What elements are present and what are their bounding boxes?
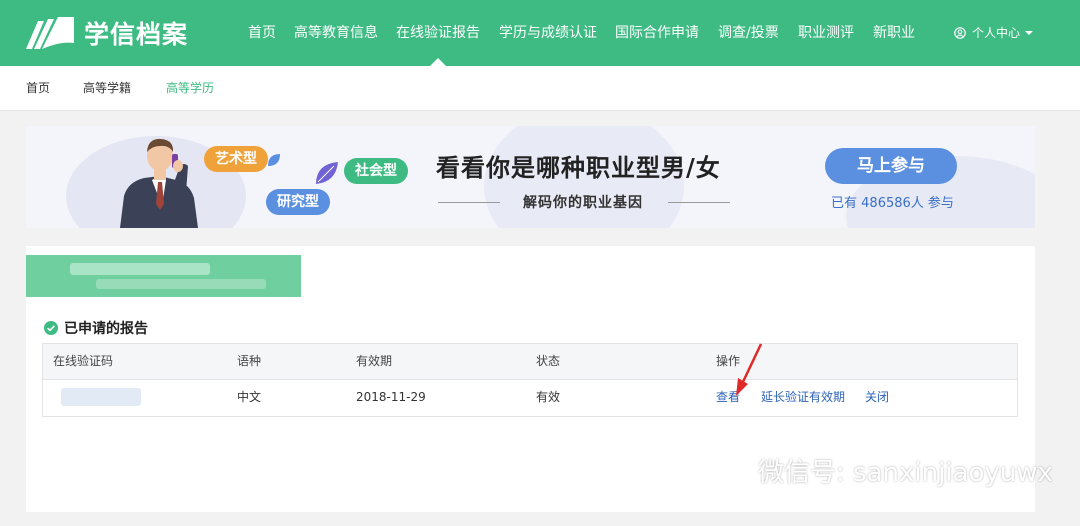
- nav-new-careers[interactable]: 新职业: [873, 0, 915, 66]
- user-center-label: 个人中心: [972, 26, 1021, 40]
- column-header-language: 语种: [237, 354, 262, 368]
- participant-count-value: 486586: [861, 196, 911, 211]
- column-header-verification-code: 在线验证码: [53, 354, 114, 368]
- red-arrow-annotation: [736, 343, 763, 396]
- site-name: 学信档案: [84, 20, 189, 49]
- leaf-icon: [316, 162, 338, 184]
- column-header-status: 状态: [536, 354, 561, 368]
- section-title-text: 已申请的报告: [64, 321, 148, 337]
- leaf-icon: [268, 154, 280, 166]
- chevron-down-icon: [1025, 31, 1034, 35]
- nav-home[interactable]: 首页: [248, 0, 276, 66]
- banner-subtitle: 解码你的职业基因: [523, 195, 643, 211]
- table-row: 中文 2018-11-29 有效 查看 延长验证有效期 关闭: [43, 380, 1017, 416]
- divider: [668, 202, 730, 203]
- extend-validity-link[interactable]: 延长验证有效期: [761, 380, 845, 415]
- tag-investigative: 研究型: [266, 189, 330, 215]
- participant-count: 已有 486586人 参与: [831, 192, 954, 211]
- wechat-watermark: 微信号: sanxinjiaoyuwx: [706, 452, 1053, 489]
- check-circle-icon: [44, 321, 58, 335]
- nav-degree-certification[interactable]: 学历与成绩认证: [499, 0, 597, 66]
- table-header: 在线验证码 语种 有效期 状态 操作: [43, 344, 1017, 380]
- divider: [438, 202, 500, 203]
- participant-count-suffix: 人 参与: [910, 196, 954, 211]
- subnav-higher-enrollment[interactable]: 高等学籍: [83, 66, 131, 110]
- businessman-illustration: [120, 138, 198, 228]
- close-report-link[interactable]: 关闭: [865, 380, 889, 415]
- redacted-text: [70, 263, 210, 275]
- subnav-higher-degree[interactable]: 高等学历: [166, 66, 214, 110]
- cell-language: 中文: [237, 390, 262, 404]
- nav-higher-education-info[interactable]: 高等教育信息: [294, 0, 378, 66]
- active-nav-indicator: [430, 58, 446, 66]
- nav-international-application[interactable]: 国际合作申请: [615, 0, 699, 66]
- wechat-icon: [706, 454, 749, 485]
- cell-expiry: 2018-11-29: [356, 390, 426, 404]
- join-now-button[interactable]: 马上参与: [825, 148, 957, 184]
- watermark-text: 微信号: sanxinjiaoyuwx: [758, 458, 1053, 488]
- banner-title: 看看你是哪种职业型男/女: [436, 153, 721, 182]
- tag-social: 社会型: [344, 158, 408, 184]
- redacted-info-bar: [26, 255, 301, 297]
- redacted-text: [96, 279, 266, 289]
- redacted-verification-code: [61, 388, 141, 406]
- top-navigation-bar: 学信档案 首页 高等教育信息 在线验证报告 学历与成绩认证 国际合作申请 调查/…: [0, 0, 1080, 66]
- participant-count-prefix: 已有: [831, 196, 858, 211]
- subnav-home[interactable]: 首页: [26, 66, 50, 110]
- section-title-applied-reports: 已申请的报告: [44, 318, 148, 338]
- nav-survey-vote[interactable]: 调查/投票: [718, 0, 779, 66]
- book-logo-icon: [26, 17, 74, 49]
- tag-artistic: 艺术型: [204, 146, 268, 172]
- nav-online-verification-report[interactable]: 在线验证报告: [396, 0, 480, 66]
- nav-career-assessment[interactable]: 职业测评: [798, 0, 854, 66]
- site-logo[interactable]: 学信档案: [24, 14, 188, 52]
- career-test-banner[interactable]: 艺术型 社会型 研究型 看看你是哪种职业型男/女 解码你的职业基因 马上参与 已…: [26, 126, 1035, 228]
- column-header-expiry: 有效期: [356, 354, 393, 368]
- user-center-menu[interactable]: 个人中心: [954, 0, 1034, 66]
- breadcrumb-subnav: 首页 高等学籍 高等学历: [0, 66, 1080, 111]
- reports-table: 在线验证码 语种 有效期 状态 操作 中文 2018-11-29 有效 查看 延…: [42, 343, 1018, 417]
- user-circle-icon: [954, 27, 966, 39]
- cell-status: 有效: [536, 390, 561, 404]
